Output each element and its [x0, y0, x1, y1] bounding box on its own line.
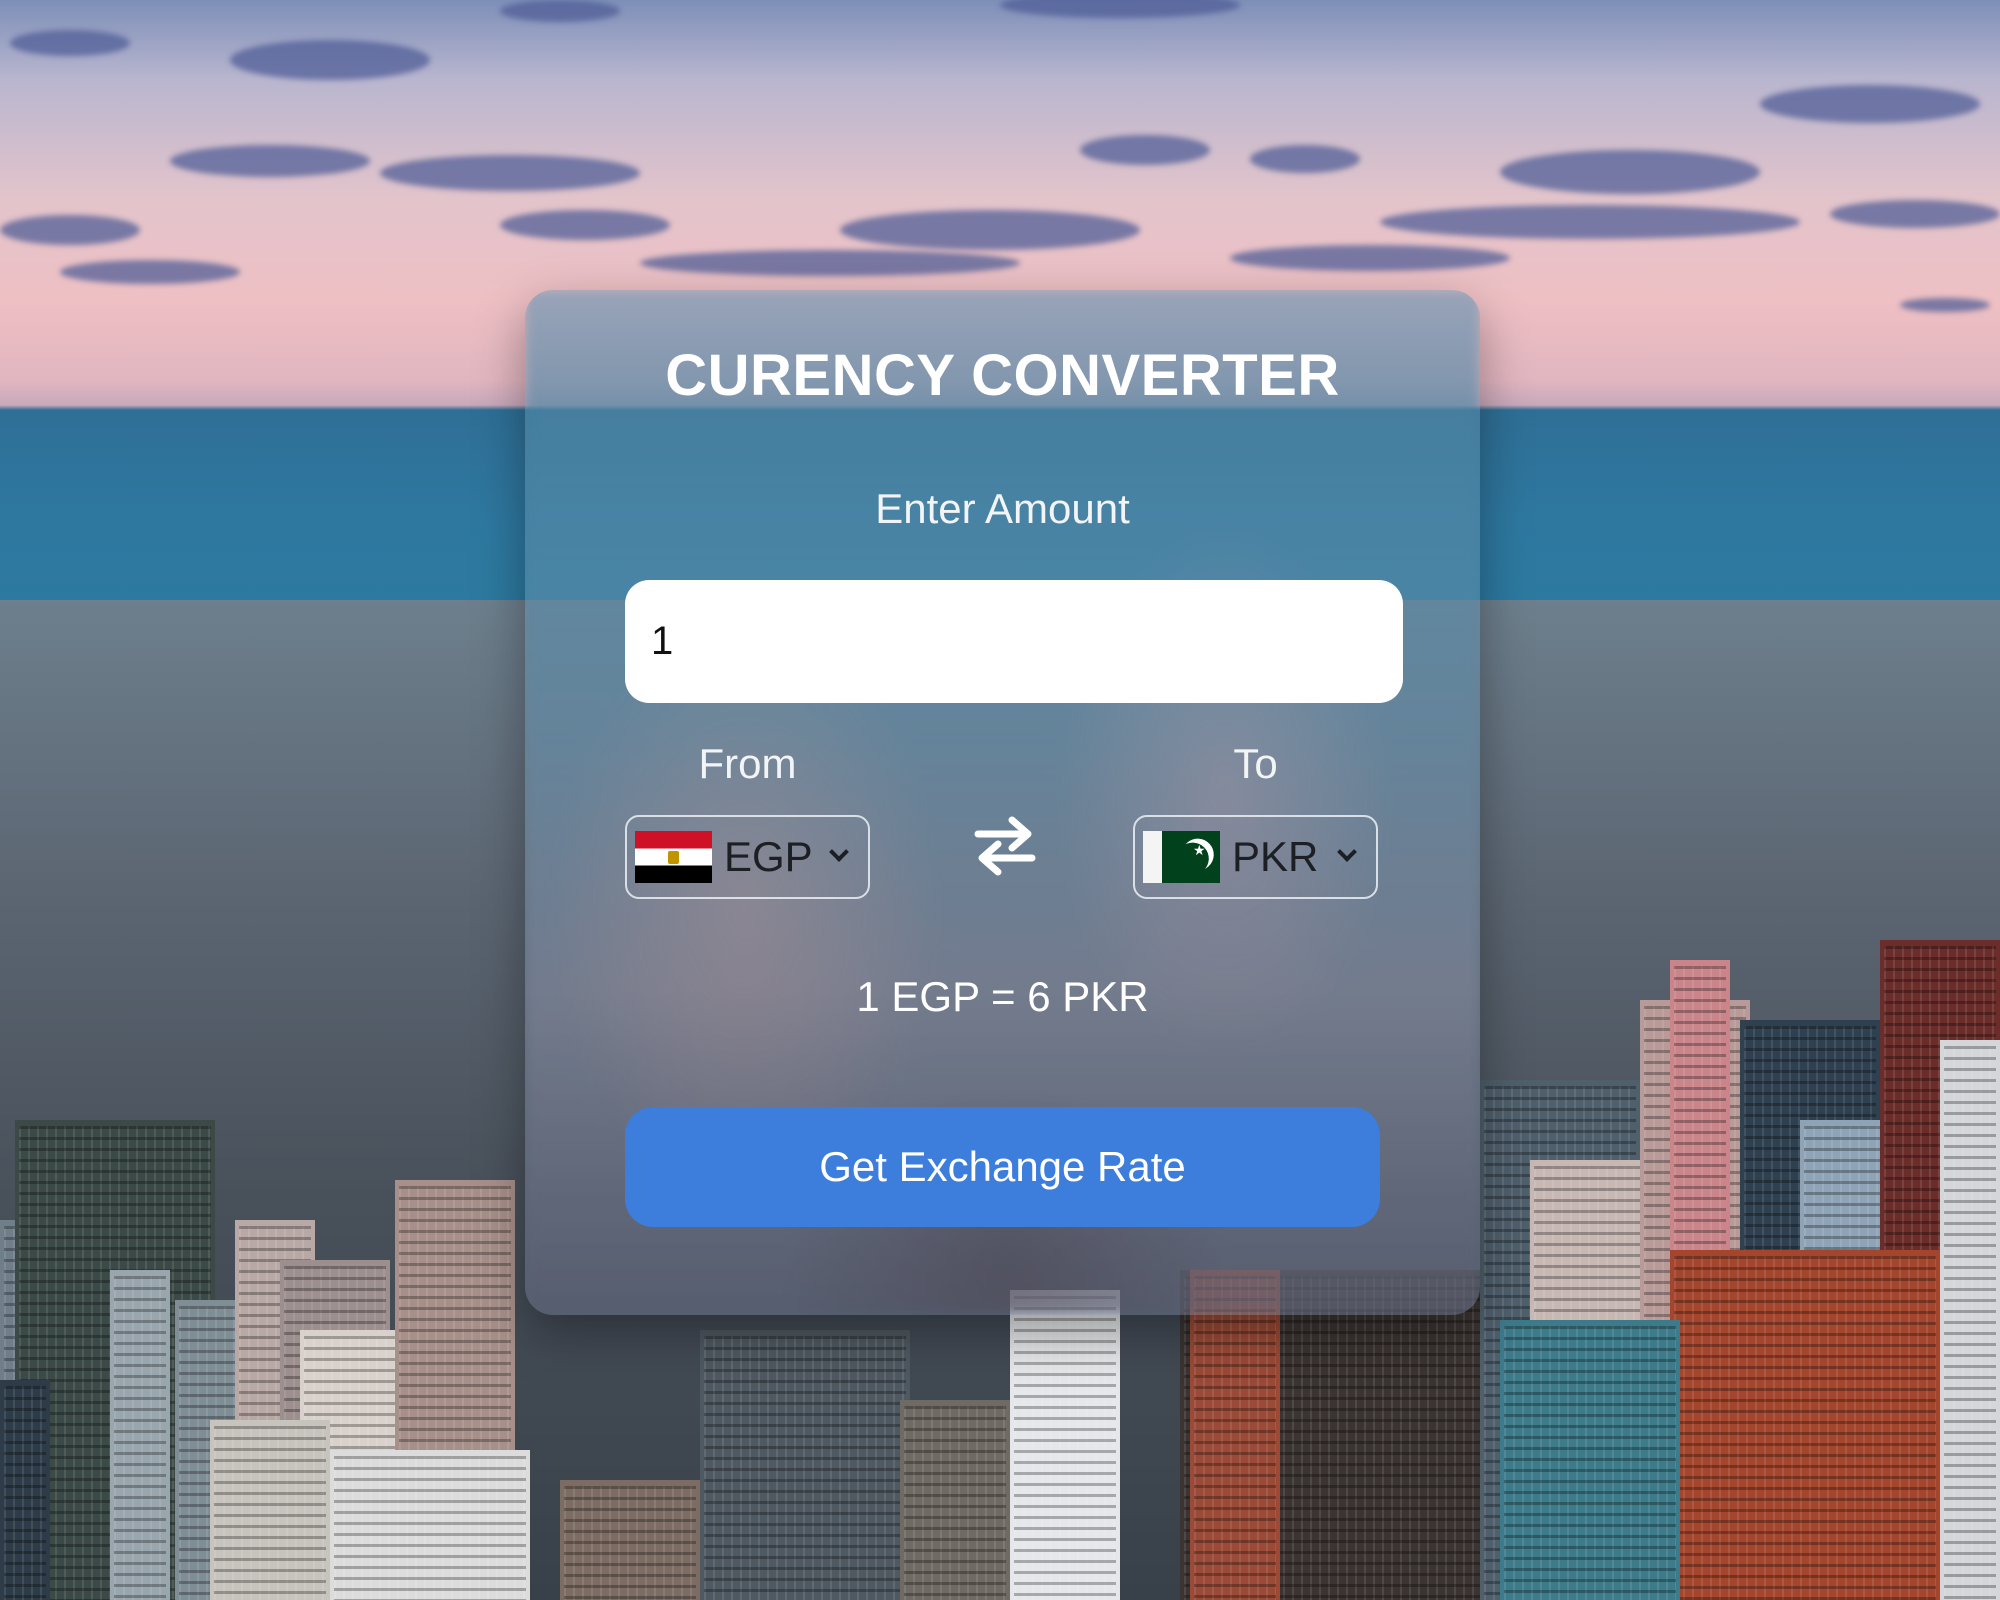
to-currency-select[interactable]: ★ PKR: [1133, 815, 1378, 899]
amount-label: Enter Amount: [875, 485, 1130, 532]
to-label: To: [1233, 740, 1278, 787]
converter-card: CURENCY CONVERTER Enter Amount From To E…: [525, 290, 1480, 1315]
exchange-rate-result: 1 EGP = 6 PKR: [856, 973, 1149, 1020]
pakistan-flag-icon: ★: [1143, 831, 1220, 883]
from-label: From: [698, 740, 797, 787]
swap-arrows-icon[interactable]: [970, 810, 1040, 880]
amount-input[interactable]: [625, 580, 1403, 703]
from-currency-code: EGP: [724, 833, 813, 880]
egypt-flag-icon: [635, 831, 712, 883]
chevron-down-icon: [1337, 842, 1357, 862]
get-exchange-rate-button[interactable]: Get Exchange Rate: [625, 1107, 1380, 1227]
page-title: CURENCY CONVERTER: [665, 343, 1340, 408]
to-currency-code: PKR: [1232, 833, 1319, 880]
chevron-down-icon: [829, 842, 849, 862]
from-currency-select[interactable]: EGP: [625, 815, 870, 899]
